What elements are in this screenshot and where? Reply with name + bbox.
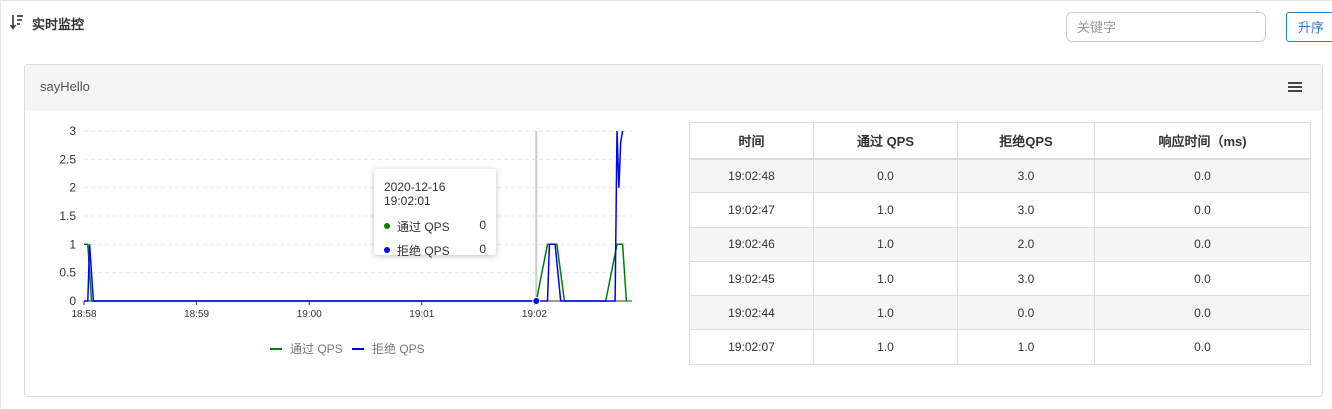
cell-time: 19:02:44 <box>689 295 814 331</box>
x-tick-label: 19:02 <box>522 309 547 320</box>
qps-chart: 0 0.5 1 1.5 2 2.5 3 18:58 18:59 19:00 19:01 19:02 通过… <box>24 110 644 370</box>
cell-time: 19:02:48 <box>689 157 814 194</box>
tooltip-label: 拒绝 QPS <box>397 244 450 258</box>
cell-pass: 1.0 <box>813 295 958 331</box>
table-header-row: 时间 通过 QPS 拒绝QPS 响应时间（ms) <box>689 122 1311 160</box>
legend-label: 通过 QPS <box>290 342 343 356</box>
sort-asc-button[interactable]: 升序 <box>1286 12 1332 42</box>
cell-pass: 1.0 <box>813 192 958 228</box>
cell-pass: 1.0 <box>813 260 958 297</box>
cell-rt: 0.0 <box>1094 226 1311 262</box>
table-row: 19:02:47 1.0 3.0 0.0 <box>689 192 1311 228</box>
sort-desc-icon <box>10 15 23 30</box>
table-row: 19:02:48 0.0 3.0 0.0 <box>689 157 1311 194</box>
col-block-qps[interactable]: 拒绝QPS <box>957 122 1095 160</box>
tooltip-row-block: 拒绝 QPS 0 <box>384 242 486 266</box>
table-row: 19:02:07 1.0 1.0 0.0 <box>689 329 1311 365</box>
cell-time: 19:02:47 <box>689 192 814 228</box>
metrics-table: 时间 通过 QPS 拒绝QPS 响应时间（ms) 19:02:48 0.0 3.… <box>689 122 1311 365</box>
x-tick-label: 19:00 <box>297 309 322 320</box>
cell-block: 3.0 <box>957 260 1095 297</box>
qps-chart-svg: 0 0.5 1 1.5 2 2.5 3 18:58 18:59 19:00 19:01 19:02 通过… <box>59 124 632 356</box>
search-input[interactable] <box>1066 12 1266 42</box>
cell-block: 3.0 <box>957 157 1095 194</box>
x-tick-label: 18:58 <box>71 309 96 320</box>
y-tick-label: 3 <box>69 124 76 138</box>
cell-rt: 0.0 <box>1094 295 1311 331</box>
tooltip-row-pass: 通过 QPS 0 <box>384 218 486 242</box>
col-time[interactable]: 时间 <box>689 122 814 160</box>
x-tick-label: 18:59 <box>184 309 209 320</box>
y-tick-label: 0.5 <box>59 266 76 280</box>
cell-time: 19:02:07 <box>689 329 814 365</box>
table-row: 19:02:46 1.0 2.0 0.0 <box>689 226 1311 262</box>
col-pass-qps[interactable]: 通过 QPS <box>813 122 958 160</box>
cell-block: 1.0 <box>957 329 1095 365</box>
cell-block: 2.0 <box>957 226 1095 262</box>
y-tick-label: 2 <box>69 181 76 195</box>
cell-rt: 0.0 <box>1094 329 1311 365</box>
table-row: 19:02:45 1.0 3.0 0.0 <box>689 260 1311 297</box>
hover-point <box>532 297 541 305</box>
cell-rt: 0.0 <box>1094 192 1311 228</box>
page-title: 实时监控 <box>32 17 85 32</box>
y-tick-label: 1.5 <box>59 209 76 223</box>
menu-icon[interactable] <box>1288 82 1302 94</box>
table-row: 19:02:44 1.0 0.0 0.0 <box>689 295 1311 331</box>
tooltip-label: 通过 QPS <box>397 220 450 234</box>
cell-pass: 1.0 <box>813 329 958 365</box>
legend-label: 拒绝 QPS <box>372 341 425 356</box>
y-tick-label: 2.5 <box>59 152 76 166</box>
cell-time: 19:02:46 <box>689 226 814 262</box>
tooltip-value: 0 <box>479 218 486 232</box>
cell-pass: 0.0 <box>813 157 958 194</box>
tooltip-value: 0 <box>479 242 486 256</box>
resource-title: sayHello <box>40 79 90 94</box>
cell-rt: 0.0 <box>1094 260 1311 297</box>
chart-tooltip: 2020-12-16 19:02:01 通过 QPS 0 拒绝 QPS 0 <box>374 169 496 258</box>
y-tick-label: 0 <box>69 294 76 308</box>
cell-time: 19:02:45 <box>689 260 814 297</box>
pass-dot-icon <box>384 223 390 229</box>
cell-block: 0.0 <box>957 295 1095 331</box>
cell-pass: 1.0 <box>813 226 958 262</box>
block-dot-icon <box>384 247 390 253</box>
series-line-pass <box>84 243 628 302</box>
cell-block: 3.0 <box>957 192 1095 228</box>
col-rt[interactable]: 响应时间（ms) <box>1094 122 1311 160</box>
tooltip-title: 2020-12-16 19:02:01 <box>384 180 446 208</box>
panel-heading: sayHello <box>25 65 1322 110</box>
cell-rt: 0.0 <box>1094 157 1311 194</box>
x-tick-label: 19:01 <box>409 309 434 320</box>
y-tick-label: 1 <box>69 237 76 251</box>
